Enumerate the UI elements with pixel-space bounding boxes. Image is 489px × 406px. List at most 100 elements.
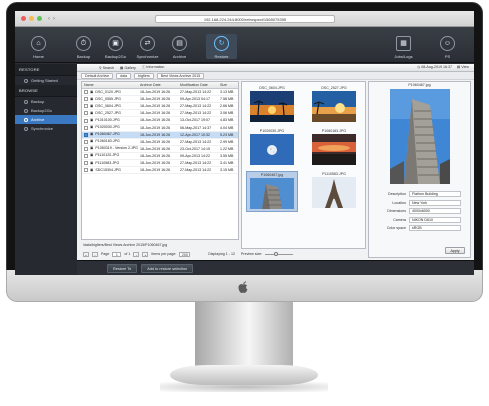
row-checkbox[interactable] xyxy=(84,111,88,116)
preview-size-slider-knob[interactable] xyxy=(274,251,279,256)
table-row[interactable]: ▣ P1110583.JPG 18-Jun-2019 16:26 27-May-201… xyxy=(82,160,238,168)
last-page-button[interactable]: » xyxy=(142,251,149,257)
breadcrumb: Default Archive data bigfiers Best Views… xyxy=(77,72,474,80)
archive-date-cell: 18-Jun-2019 16:26 xyxy=(140,104,171,109)
back-arrow-icon[interactable]: ‹ xyxy=(48,16,50,22)
row-checkbox[interactable] xyxy=(84,90,88,95)
page-input[interactable]: 1 xyxy=(112,251,122,257)
thumbnail-item-selected[interactable]: P1060467.jpg xyxy=(246,171,298,212)
table-row[interactable]: ▣ P1020030.JPG 18-Jun-2019 16:26 06-May-201… xyxy=(82,125,238,132)
table-row[interactable]: ▣ P1060183.JPG 18-Jun-2019 16:26 27-May-201… xyxy=(82,139,238,146)
sidebar-heading-restore: RESTORE xyxy=(15,64,77,76)
breadcrumb-item[interactable]: data xyxy=(116,72,132,79)
breadcrumb-item[interactable]: Default Archive xyxy=(81,72,114,79)
table-row[interactable]: ▣ P1050319 - Version 2.JPG 18-Jun-2019 16:… xyxy=(82,146,238,153)
table-row[interactable]: ▣ SDC15304.JPG 18-Jun-2019 16:26 27-May-201… xyxy=(82,167,238,175)
column-header-modification-date[interactable]: Modification Date xyxy=(178,82,218,88)
restore-to-button[interactable]: Restore To xyxy=(107,263,138,273)
close-window-button[interactable] xyxy=(21,16,26,21)
backup-icon xyxy=(24,99,28,104)
row-checkbox[interactable] xyxy=(84,125,88,130)
size-cell: 3.06 MB xyxy=(220,111,234,116)
table-row[interactable]: ▣ P1060467.JPG 18-Jun-2019 16:26 12-Apr-201… xyxy=(82,131,238,139)
information-button[interactable]: ⓘ Information xyxy=(142,65,165,70)
home-tool-button[interactable]: ⌂ Home xyxy=(23,36,54,59)
backup2go-tool-button[interactable]: ▣ Backup2Go xyxy=(100,36,131,59)
sidebar-item-getting-started[interactable]: Getting Started xyxy=(15,76,77,85)
row-checkbox[interactable] xyxy=(84,161,88,166)
jobs-logs-button[interactable]: ▦ Jobs/Logs xyxy=(388,36,419,59)
row-checkbox[interactable] xyxy=(84,168,88,173)
metadata-value-field[interactable]: NIKON D610 xyxy=(409,216,461,223)
metadata-value-field[interactable]: New York xyxy=(409,199,461,206)
archive-tool-button[interactable]: ▤ Archive xyxy=(164,36,195,59)
size-cell: 3.55 MB xyxy=(220,153,234,158)
file-name-cell: ▣ DSC_2527.JPG xyxy=(82,110,138,116)
restore-tool-button[interactable]: ↻ Restore xyxy=(206,34,237,59)
metadata-value-field[interactable]: sRGB xyxy=(409,225,461,232)
row-checkbox[interactable] xyxy=(84,146,88,151)
row-checkbox[interactable] xyxy=(84,97,88,102)
forward-arrow-icon[interactable]: › xyxy=(53,16,55,22)
minimize-window-button[interactable] xyxy=(29,16,34,21)
zoom-window-button[interactable] xyxy=(37,16,42,21)
jobs-logs-label: Jobs/Logs xyxy=(394,54,413,59)
bottom-bar: Restore To Add to restore selection xyxy=(77,260,474,275)
row-checkbox[interactable] xyxy=(84,118,88,123)
thumbnail-item[interactable]: P1020030.JPG xyxy=(246,128,298,169)
user-icon: ☺ xyxy=(440,36,455,51)
table-row[interactable]: ▣ P1110120.JPG 18-Jun-2019 16:26 09-Apr-201… xyxy=(82,153,238,161)
url-field[interactable]: 192.168.224.244:8000/retrospect/15650753… xyxy=(155,15,335,23)
file-name-cell: ▣ DSC_0120.JPG xyxy=(82,89,138,95)
view-menu[interactable]: ▤ View xyxy=(457,65,469,69)
toolbar-right: ▦ Jobs/Logs ☺ PS xyxy=(388,36,464,59)
row-checkbox[interactable] xyxy=(84,104,88,109)
date-selector[interactable]: ◷ 08-Aug-2019 16:37 xyxy=(417,65,452,69)
sidebar-item-archive[interactable]: Archive xyxy=(15,115,77,124)
apply-button[interactable]: Apply xyxy=(445,247,465,254)
table-row[interactable]: ▣ P1010100.JPG 18-Jun-2019 16:26 13-Oct-201… xyxy=(82,117,238,125)
gallery-button[interactable]: ▦ Gallery xyxy=(120,66,136,70)
search-label: Search xyxy=(102,65,115,70)
sidebar-item-backup[interactable]: Backup xyxy=(15,97,77,106)
column-header-size[interactable]: Size xyxy=(218,82,238,88)
items-per-page-select[interactable]: 200 xyxy=(179,251,191,257)
first-page-button[interactable]: « xyxy=(83,251,89,257)
metadata-value-field[interactable]: Flatiron Building xyxy=(409,191,461,198)
metadata-value-field[interactable]: 4000x6000 xyxy=(409,208,461,215)
thumbnail-item[interactable]: DSC_0604.JPG xyxy=(246,85,298,126)
size-cell: 3.13 MB xyxy=(220,90,234,95)
column-header-archive-date[interactable]: Archive Date xyxy=(138,82,178,88)
thumbnail-item[interactable]: DSC_2527.JPG xyxy=(308,85,360,126)
add-to-restore-selection-button[interactable]: Add to restore selection xyxy=(141,263,194,273)
search-button[interactable]: ⚲ Search xyxy=(99,66,114,70)
preview-size-slider[interactable] xyxy=(265,251,294,256)
column-header-name[interactable]: Name xyxy=(82,82,138,88)
next-page-button[interactable]: › xyxy=(133,251,140,257)
modification-date-cell: 27-May-2013 14:22 xyxy=(180,104,212,109)
table-row[interactable]: ▣ DSC_2527.JPG 18-Jun-2019 16:26 27-May-201… xyxy=(82,110,238,118)
table-row[interactable]: ▣ DSC_0604.JPG 18-Jun-2019 16:26 27-May-201… xyxy=(82,103,238,111)
browser-bar: ‹ › 192.168.224.244:8000/retrospect/1565… xyxy=(15,11,474,27)
thumbnail-item[interactable]: P1110583.JPG xyxy=(308,171,360,212)
thumbnail-item[interactable]: P1060183.JPG xyxy=(308,128,360,169)
file-icon: ▣ xyxy=(90,125,94,130)
flatiron-preview-image xyxy=(389,89,450,184)
row-checkbox[interactable] xyxy=(84,153,88,158)
sidebar-item-synchronize[interactable]: Synchronize xyxy=(15,124,77,133)
breadcrumb-item[interactable]: bigfiers xyxy=(134,72,154,79)
user-menu-button[interactable]: ☺ PS xyxy=(432,36,463,59)
synchronize-tool-button[interactable]: ⇄ Synchronize xyxy=(132,36,163,59)
file-name-cell: ▣ P1020030.JPG xyxy=(82,125,138,131)
row-checkbox[interactable] xyxy=(84,139,88,144)
backup-tool-button[interactable]: ⏱ Backup xyxy=(68,36,99,59)
sidebar-item-backup2go[interactable]: Backup2Go xyxy=(15,106,77,115)
breadcrumb-item[interactable]: Best Views Archive 2015 xyxy=(156,72,205,79)
backup-icon: ⏱ xyxy=(76,36,91,51)
table-row[interactable]: ▣ DSC_0555.JPG 18-Jun-2019 16:26 09-Apr-201… xyxy=(82,96,238,104)
prev-page-button[interactable]: ‹ xyxy=(92,251,98,257)
table-row[interactable]: ▣ DSC_0120.JPG 18-Jun-2019 16:26 27-May-201… xyxy=(82,89,238,97)
row-checkbox[interactable] xyxy=(84,132,88,137)
sidebar-item-label: Backup2Go xyxy=(31,108,52,113)
preview-title: P1060467.jpg xyxy=(408,83,431,87)
